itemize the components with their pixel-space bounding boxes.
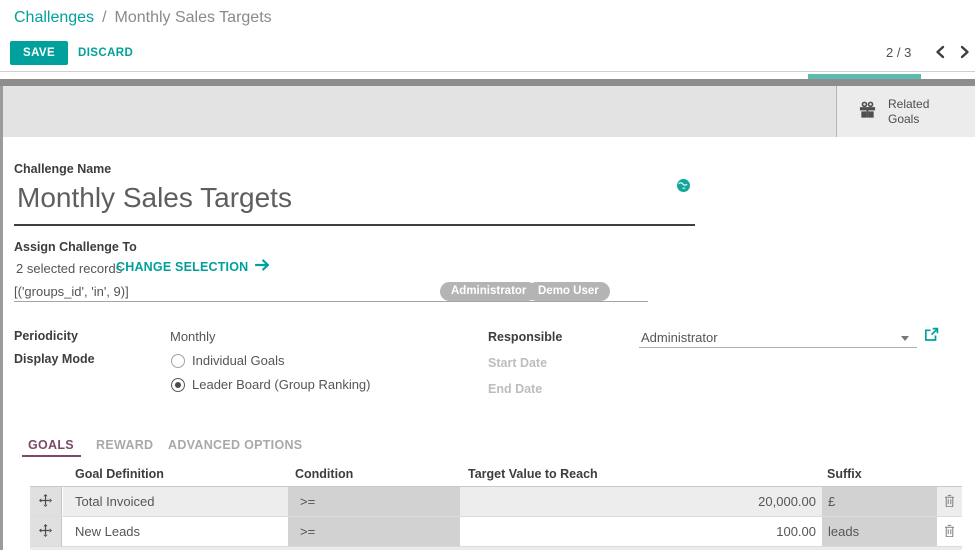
challenge-name-label: Challenge Name [14, 162, 111, 176]
trash-icon [944, 494, 955, 510]
responsible-input[interactable]: Administrator [641, 330, 718, 345]
change-selection-button[interactable]: CHANGE SELECTION [116, 259, 270, 274]
cell-condition: >= [288, 487, 460, 516]
statusbar-band [0, 86, 975, 137]
gift-icon [858, 100, 877, 124]
change-selection-label: CHANGE SELECTION [116, 260, 248, 274]
domain-field-underline [14, 301, 648, 302]
column-header-goal-definition: Goal Definition [75, 467, 164, 481]
external-link-icon[interactable] [924, 327, 939, 347]
challenge-name-input[interactable]: Monthly Sales Targets [17, 182, 292, 214]
column-header-suffix: Suffix [827, 467, 862, 481]
related-goals-label: Related Goals [888, 97, 929, 127]
cell-target-value[interactable]: 100.00 [460, 517, 822, 546]
column-header-target-value: Target Value to Reach [468, 467, 598, 481]
tab-advanced-options[interactable]: ADVANCED OPTIONS [168, 438, 302, 452]
user-tag: Demo User [527, 282, 610, 301]
challenge-name-underline [14, 224, 695, 226]
arrow-right-icon [255, 259, 270, 274]
radio-individual-goals[interactable] [171, 354, 185, 368]
move-icon [39, 494, 52, 510]
start-date-label: Start Date [488, 356, 547, 370]
responsible-label: Responsible [488, 330, 562, 344]
table-row: New Leads >= 100.00 leads [30, 517, 962, 547]
breadcrumb-challenges-link[interactable]: Challenges [14, 9, 94, 27]
end-date-label: End Date [488, 382, 542, 396]
breadcrumb-separator: / [102, 9, 106, 27]
breadcrumb-current: Monthly Sales Targets [115, 9, 272, 27]
goals-table: Goal Definition Condition Target Value t… [30, 462, 962, 547]
table-row: Total Invoiced >= 20,000.00 £ [30, 487, 962, 517]
trash-icon [944, 524, 955, 540]
periodicity-value[interactable]: Monthly [170, 329, 216, 344]
radio-leader-board[interactable] [171, 378, 185, 392]
cell-condition: >= [288, 517, 460, 546]
delete-row-button[interactable] [937, 487, 962, 516]
sheet-top-border [0, 79, 975, 86]
column-header-condition: Condition [295, 467, 353, 481]
goals-table-header: Goal Definition Condition Target Value t… [30, 462, 962, 487]
tab-goals[interactable]: GOALS [28, 438, 74, 452]
domain-input[interactable]: [('groups_id', 'in', 9)] [14, 284, 129, 299]
challenge-form-page: Challenges / Monthly Sales Targets SAVE … [0, 0, 975, 550]
pager-next-button[interactable] [958, 45, 972, 59]
pager-previous-button[interactable] [933, 45, 947, 59]
chevron-right-icon [959, 47, 971, 62]
chevron-left-icon [934, 47, 946, 62]
user-tag: Administrator [440, 282, 537, 301]
record-pager-count[interactable]: 2 / 3 [886, 45, 911, 60]
globe-icon[interactable] [677, 179, 690, 197]
discard-button[interactable]: DISCARD [78, 47, 133, 59]
cell-suffix: £ [822, 487, 937, 516]
radio-individual-goals-label[interactable]: Individual Goals [192, 353, 285, 368]
related-goals-button[interactable]: Related Goals [836, 86, 975, 137]
cell-goal-definition[interactable]: Total Invoiced [63, 487, 288, 516]
active-tab-underline [22, 455, 81, 457]
assign-challenge-label: Assign Challenge To [14, 240, 137, 254]
periodicity-label: Periodicity [14, 329, 78, 343]
cell-suffix: leads [822, 517, 937, 546]
sheet-left-border [0, 86, 3, 550]
header-divider [0, 71, 975, 72]
drag-handle[interactable] [30, 487, 62, 516]
save-button[interactable]: SAVE [10, 41, 68, 65]
caret-down-icon[interactable] [901, 336, 909, 341]
cell-target-value[interactable]: 20,000.00 [460, 487, 822, 516]
responsible-field-underline [639, 347, 917, 348]
drag-handle[interactable] [30, 517, 62, 546]
breadcrumb: Challenges / Monthly Sales Targets [14, 9, 272, 27]
display-mode-label: Display Mode [14, 352, 95, 366]
cell-goal-definition[interactable]: New Leads [63, 517, 288, 546]
move-icon [39, 524, 52, 540]
delete-row-button[interactable] [937, 517, 962, 546]
selected-records-text: 2 selected records [16, 261, 122, 276]
radio-leader-board-label[interactable]: Leader Board (Group Ranking) [192, 377, 371, 392]
tab-reward[interactable]: REWARD [96, 438, 153, 452]
